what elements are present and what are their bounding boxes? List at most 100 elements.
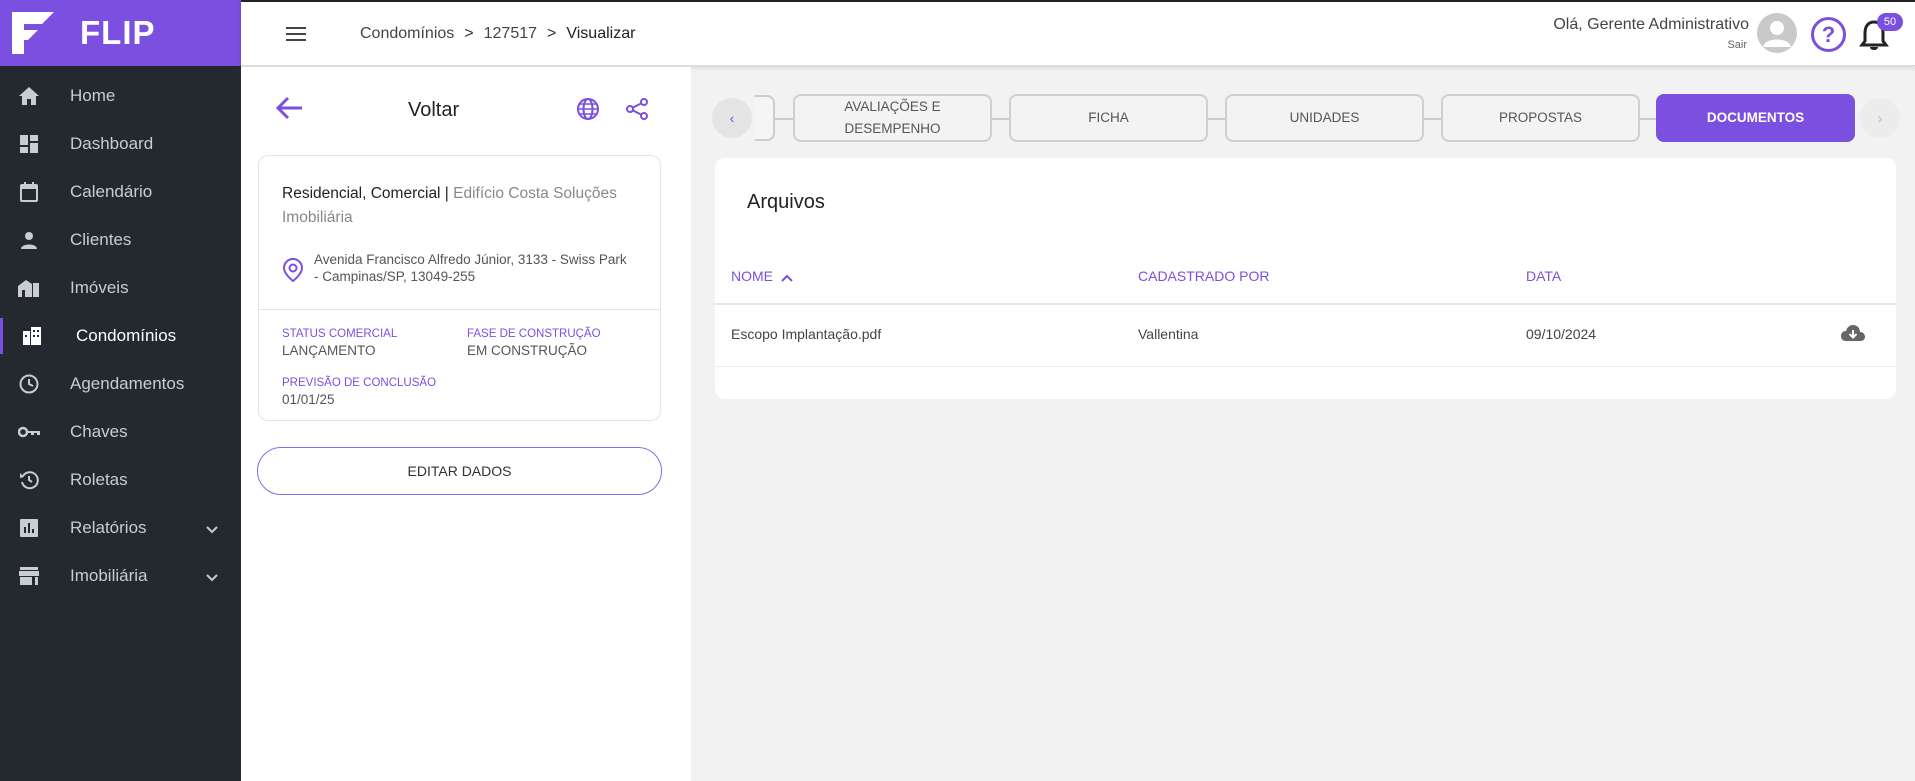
column-header-registered-by[interactable]: CADASTRADO POR <box>1138 268 1269 284</box>
status-label: STATUS COMERCIAL <box>282 328 398 340</box>
breadcrumb-id[interactable]: 127517 <box>484 25 537 43</box>
store-icon <box>18 565 40 587</box>
tab-connector <box>1424 118 1441 120</box>
sidebar-item-schedules[interactable]: Agendamentos <box>0 360 241 408</box>
sort-ascending-icon <box>781 269 793 285</box>
file-name[interactable]: Escopo Implantação.pdf <box>731 326 881 342</box>
calendar-icon <box>18 181 40 203</box>
breadcrumb-current: Visualizar <box>566 25 636 42</box>
sidebar-item-calendar[interactable]: Calendário <box>0 168 241 216</box>
share-icon[interactable] <box>625 97 649 121</box>
sidebar-item-dashboard[interactable]: Dashboard <box>0 120 241 168</box>
app-name: FLIP <box>80 14 156 51</box>
tab-file[interactable]: FICHA <box>1009 94 1208 142</box>
logo-bar[interactable]: FLIP <box>0 0 241 66</box>
breadcrumb-separator-icon: > <box>547 25 557 42</box>
tab-label: PROPOSTAS <box>1498 110 1583 125</box>
forecast-label: PREVISÃO DE CONCLUSÃO <box>282 377 437 389</box>
sidebar-item-label: Calendário <box>70 182 153 201</box>
tab-units[interactable]: UNIDADES <box>1225 94 1424 142</box>
tab-label: DOCUMENTOS <box>1706 110 1805 125</box>
phase-label: FASE DE CONSTRUÇÃO <box>467 328 601 340</box>
chevron-down-icon <box>205 520 219 540</box>
back-label[interactable]: Voltar <box>408 99 459 122</box>
sidebar-item-reports[interactable]: Relatórios <box>0 504 241 552</box>
column-header-date[interactable]: DATA <box>1526 268 1561 284</box>
sidebar-item-label: Chaves <box>70 422 128 441</box>
condominium-address: Avenida Francisco Alfredo Júnior, 3133 -… <box>314 252 627 284</box>
breadcrumb-condominiums[interactable]: Condomínios <box>360 25 454 43</box>
roulette-icon <box>18 469 40 491</box>
tab-connector <box>1208 118 1225 120</box>
file-registered-by: Vallentina <box>1138 326 1199 342</box>
status-value: LANÇAMENTO <box>282 343 376 358</box>
tab-partial[interactable] <box>755 95 775 141</box>
sidebar-item-label: Imóveis <box>70 278 129 297</box>
tabs-prev-button[interactable]: ‹ <box>712 98 752 138</box>
flip-logo-icon <box>10 10 56 56</box>
column-header-label: NOME <box>731 268 773 284</box>
clock-icon <box>18 373 40 395</box>
sidebar-item-label: Condomínios <box>76 326 177 345</box>
person-icon <box>18 229 40 251</box>
edit-data-button[interactable]: EDITAR DADOS <box>257 447 662 495</box>
card-divider <box>259 309 660 310</box>
chevron-down-icon <box>205 568 219 588</box>
sidebar-item-roulettes[interactable]: Roletas <box>0 456 241 504</box>
tab-label: UNIDADES <box>1289 110 1360 125</box>
location-pin-icon <box>282 257 304 283</box>
globe-icon[interactable] <box>576 97 600 121</box>
cloud-download-icon[interactable] <box>1840 323 1866 345</box>
column-header-name[interactable]: NOME <box>731 268 793 285</box>
condominium-panel: Voltar Residencial, Comercial | Edifício… <box>241 67 691 781</box>
condominium-title: Residencial, Comercial | Edifício Costa … <box>282 182 647 230</box>
sidebar-item-label: Relatórios <box>70 518 147 537</box>
hamburger-menu-icon[interactable] <box>286 26 306 42</box>
tab-evaluations[interactable]: AVALIAÇÕES E DESEMPENHO <box>793 94 992 142</box>
logout-link[interactable]: Sair <box>1727 39 1747 51</box>
sidebar-item-label: Imobiliária <box>70 566 148 585</box>
tab-label: AVALIAÇÕES E DESEMPENHO <box>844 99 941 136</box>
chart-icon <box>18 517 40 539</box>
tab-connector <box>992 118 1009 120</box>
chevron-left-icon: ‹ <box>729 110 735 126</box>
sidebar-item-label: Clientes <box>70 230 132 249</box>
files-card: Arquivos NOME CADASTRADO POR DATA Escopo… <box>715 158 1896 399</box>
tab-connector <box>1640 118 1657 120</box>
key-icon <box>18 421 40 443</box>
chevron-right-icon: › <box>1877 110 1883 126</box>
sidebar: FLIP Home Dashboard Calendário Clientes <box>0 0 241 781</box>
sidebar-item-label: Dashboard <box>70 134 154 153</box>
sidebar-item-clients[interactable]: Clientes <box>0 216 241 264</box>
help-icon[interactable]: ? <box>1811 17 1846 52</box>
sidebar-item-home[interactable]: Home <box>0 72 241 120</box>
sidebar-item-keys[interactable]: Chaves <box>0 408 241 456</box>
tab-documents[interactable]: DOCUMENTOS <box>1656 94 1855 142</box>
breadcrumb: Condomínios > 127517 > Visualizar <box>360 25 635 43</box>
condominium-type: Residencial, Comercial | <box>282 185 449 202</box>
sidebar-item-label: Home <box>70 86 116 105</box>
avatar[interactable] <box>1757 13 1797 53</box>
notification-badge: 50 <box>1877 13 1903 31</box>
breadcrumb-separator-icon: > <box>464 25 474 42</box>
building-icon <box>21 325 43 347</box>
tab-proposals[interactable]: PROPOSTAS <box>1441 94 1640 142</box>
table-header-divider <box>715 303 1896 305</box>
tab-label: FICHA <box>1088 110 1129 125</box>
tab-connector <box>775 118 793 120</box>
files-title: Arquivos <box>747 191 825 213</box>
forecast-value: 01/01/25 <box>282 392 335 407</box>
home-icon <box>18 85 40 107</box>
tabs-next-button[interactable]: › <box>1860 98 1900 138</box>
sidebar-item-agency[interactable]: Imobiliária <box>0 552 241 600</box>
sidebar-item-label: Agendamentos <box>70 374 185 393</box>
row-divider <box>715 366 1896 367</box>
top-header: Condomínios > 127517 > Visualizar Olá, G… <box>241 0 1915 66</box>
sidebar-item-condominiums[interactable]: Condomínios <box>0 312 241 360</box>
back-arrow-icon[interactable] <box>274 93 304 123</box>
house-icon <box>18 277 40 299</box>
user-greeting: Olá, Gerente Administrativo <box>1553 16 1749 33</box>
sidebar-nav: Home Dashboard Calendário Clientes Imóve… <box>0 66 241 600</box>
phase-value: EM CONSTRUÇÃO <box>467 343 588 358</box>
sidebar-item-properties[interactable]: Imóveis <box>0 264 241 312</box>
